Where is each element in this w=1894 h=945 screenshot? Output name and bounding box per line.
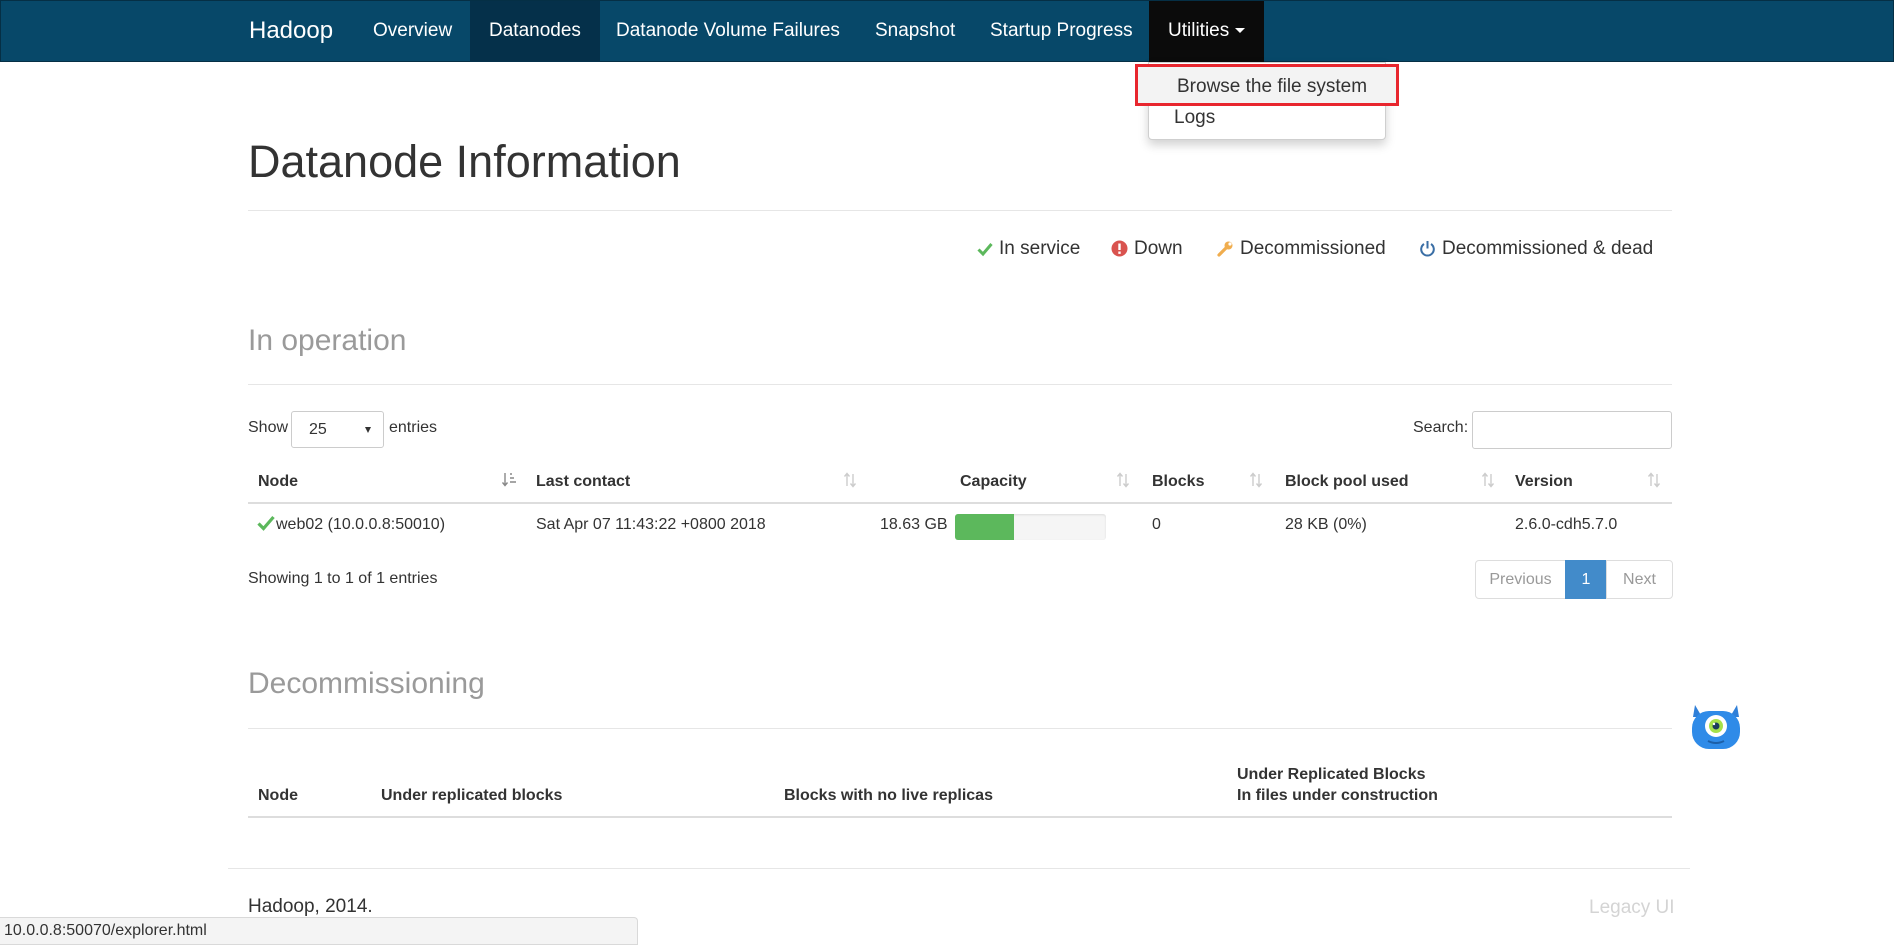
entries-label: entries (389, 419, 438, 436)
legend-decommissioned: Decommissioned (1217, 236, 1386, 262)
browser-status-bar: 10.0.0.8:50070/explorer.html (0, 917, 638, 945)
page-size-value: 25 (309, 421, 327, 438)
brand-logo[interactable]: Hadoop (249, 1, 333, 63)
table-header-divider (248, 502, 1672, 504)
legend-decommissioned-dead: Decommissioned & dead (1419, 236, 1653, 262)
divider (248, 728, 1672, 729)
utilities-dropdown-menu: Browse the file system Logs (1135, 62, 1399, 140)
legend-down: Down (1111, 236, 1183, 262)
pagination-previous[interactable]: Previous (1475, 560, 1566, 599)
status-legend: In service Down Decommissioned Decommiss… (0, 236, 1894, 262)
nav-startup-progress[interactable]: Startup Progress (971, 1, 1152, 62)
sort-icon[interactable] (1249, 472, 1263, 488)
capacity-progress-fill (955, 514, 1014, 540)
search-label: Search: (1413, 419, 1469, 436)
legend-label: Decommissioned (1240, 238, 1386, 259)
sort-icon[interactable] (1647, 472, 1661, 488)
page-title: Datanode Information (248, 136, 681, 187)
caret-down-icon (1235, 28, 1246, 34)
check-icon (257, 515, 275, 531)
check-icon (977, 243, 993, 257)
sort-icon[interactable] (1481, 472, 1495, 488)
menu-item-logs[interactable]: Logs (1149, 103, 1385, 133)
column-header-node[interactable]: Node (258, 470, 298, 496)
section-title-in-operation: In operation (248, 324, 407, 357)
column-header-node: Node (258, 787, 298, 804)
wrench-icon (1217, 241, 1233, 257)
nav-utilities-label: Utilities (1168, 20, 1230, 41)
top-navbar: Hadoop Overview Datanodes Datanode Volum… (0, 0, 1894, 62)
nav-snapshot[interactable]: Snapshot (856, 1, 974, 62)
legend-label: In service (999, 238, 1081, 259)
nav-overview[interactable]: Overview (354, 1, 471, 62)
dropdown-arrow-icon (365, 427, 371, 433)
sort-ascending-icon[interactable] (502, 472, 517, 488)
pagination-next[interactable]: Next (1606, 560, 1673, 599)
section-title-decommissioning: Decommissioning (248, 667, 485, 700)
menu-item-browse-file-system[interactable]: Browse the file system (1135, 64, 1399, 106)
capacity-progress-bar (955, 514, 1106, 540)
legend-in-service: In service (977, 236, 1080, 262)
table-header-divider (248, 816, 1672, 818)
show-label: Show (248, 419, 289, 436)
divider (248, 384, 1672, 385)
sort-icon[interactable] (1116, 472, 1130, 488)
cell-version: 2.6.0-cdh5.7.0 (1515, 516, 1618, 533)
footer-divider (228, 868, 1690, 869)
cell-block-pool-used: 28 KB (0%) (1285, 516, 1367, 533)
footer-copyright: Hadoop, 2014. (248, 896, 373, 917)
table-info: Showing 1 to 1 of 1 entries (248, 570, 438, 587)
divider (248, 210, 1672, 211)
column-header-blocks[interactable]: Blocks (1152, 470, 1204, 496)
column-header-version[interactable]: Version (1515, 470, 1573, 496)
power-icon (1420, 241, 1435, 257)
column-header-blocks-no-live-replicas: Blocks with no live replicas (784, 787, 993, 804)
nav-datanode-volume-failures[interactable]: Datanode Volume Failures (597, 1, 859, 62)
search-input[interactable] (1472, 411, 1672, 449)
legacy-ui-link[interactable]: Legacy UI (1589, 897, 1675, 919)
assistant-mascot-icon[interactable] (1688, 697, 1744, 753)
legend-label: Down (1134, 238, 1183, 259)
column-header-capacity[interactable]: Capacity (960, 470, 1027, 496)
cell-blocks: 0 (1152, 516, 1161, 533)
page-size-select[interactable]: 25 (291, 411, 384, 448)
sort-icon[interactable] (843, 472, 857, 488)
exclamation-circle-icon (1111, 240, 1128, 257)
cell-last-contact: Sat Apr 07 11:43:22 +0800 2018 (536, 516, 766, 533)
column-header-in-files-under-construction: In files under construction (1237, 787, 1438, 804)
nav-utilities[interactable]: Utilities (1149, 1, 1265, 62)
column-header-last-contact[interactable]: Last contact (536, 470, 630, 496)
pagination-page-1[interactable]: 1 (1565, 560, 1607, 599)
nav-datanodes[interactable]: Datanodes (470, 1, 600, 62)
legend-label: Decommissioned & dead (1442, 238, 1654, 259)
status-url: 10.0.0.8:50070/explorer.html (4, 922, 207, 939)
column-header-block-pool-used[interactable]: Block pool used (1285, 470, 1409, 496)
cell-node: web02 (10.0.0.8:50010) (276, 516, 446, 533)
column-header-under-replicated-blocks: Under replicated blocks (381, 787, 563, 804)
cell-capacity: 18.63 GB (880, 516, 948, 533)
